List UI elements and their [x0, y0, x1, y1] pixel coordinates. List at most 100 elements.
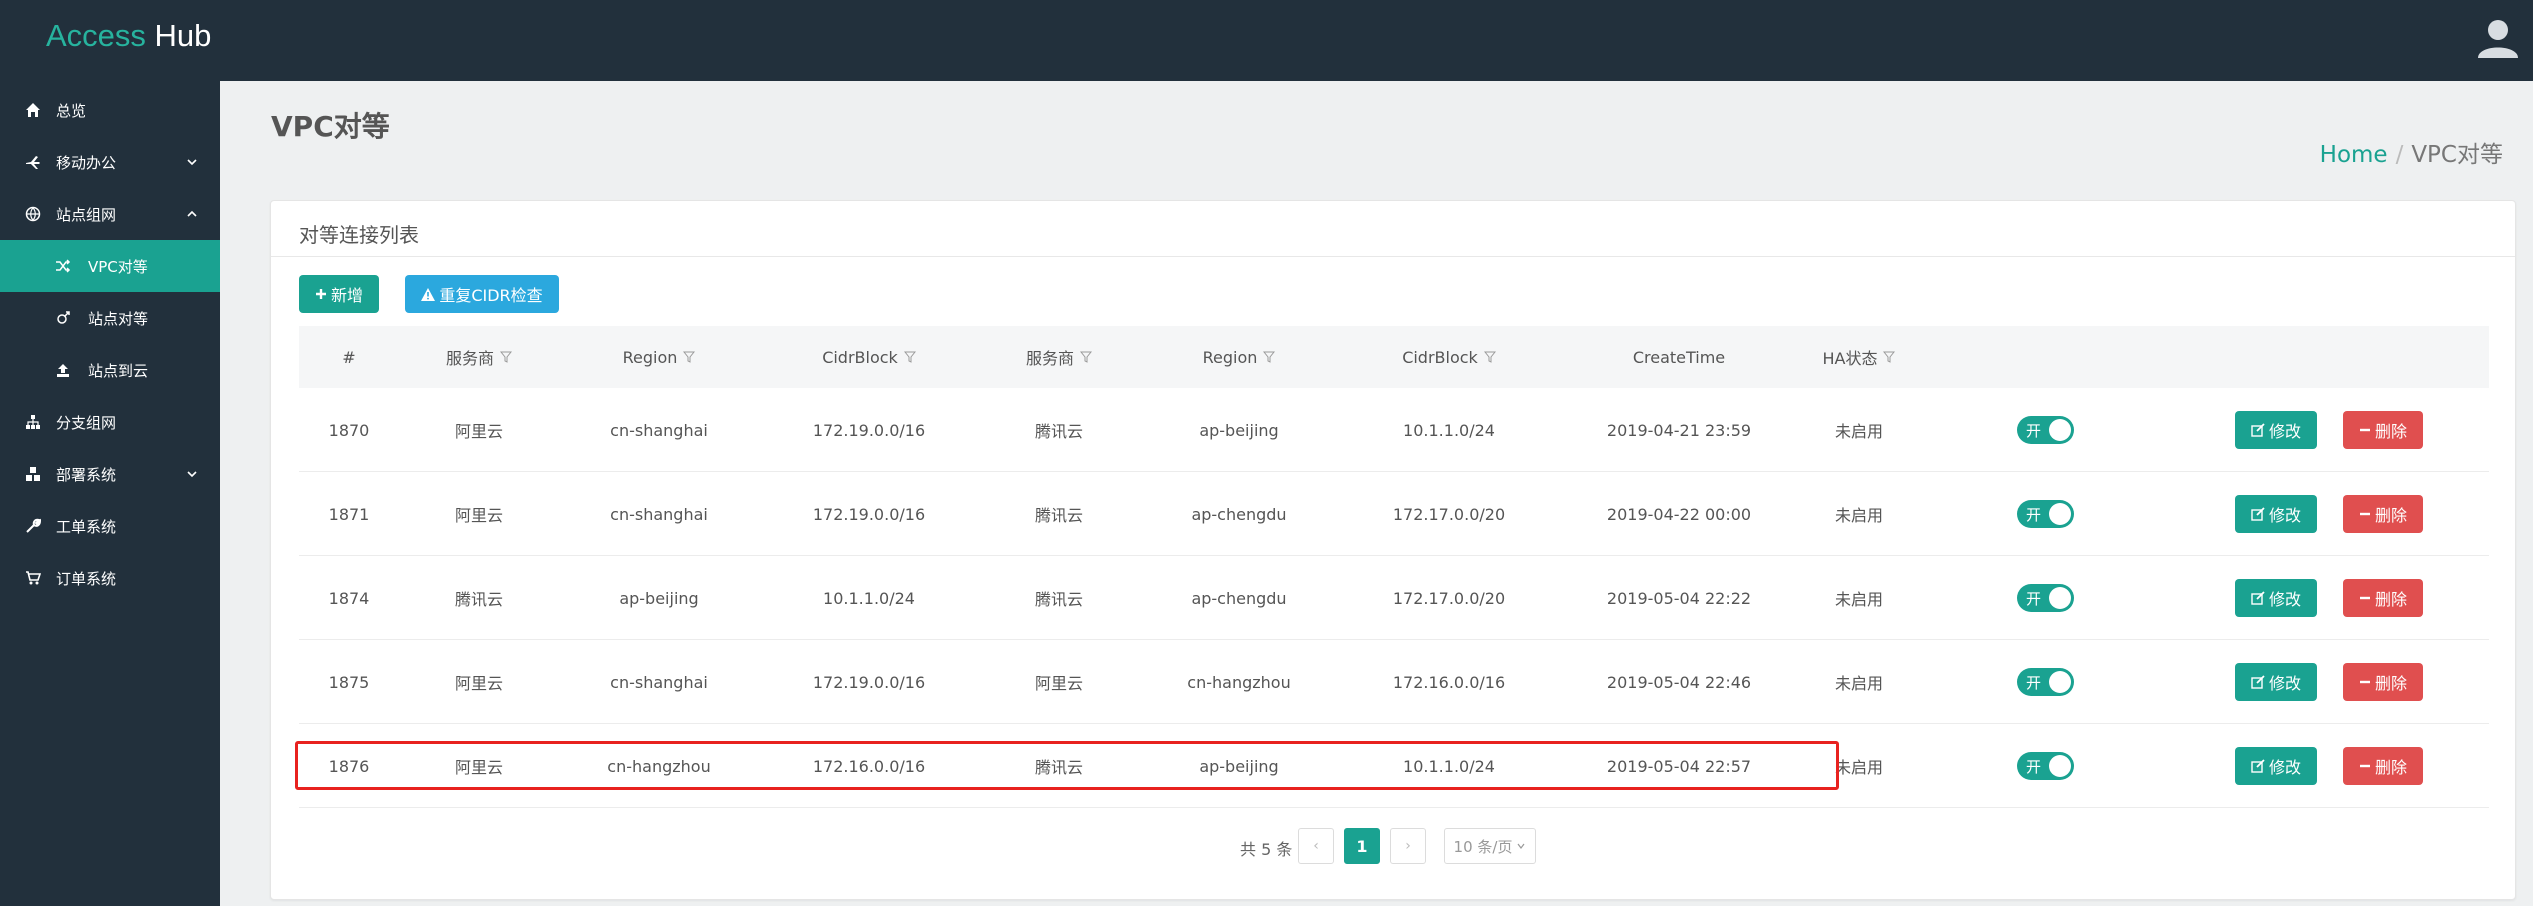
cell-region-2: ap-chengdu: [1191, 588, 1287, 608]
filter-icon[interactable]: [1483, 351, 1496, 363]
duplicate-cidr-check-button[interactable]: 重复CIDR检查: [405, 275, 559, 313]
breadcrumb-current: VPC对等: [2411, 142, 2503, 168]
filter-icon[interactable]: [1080, 351, 1092, 363]
column-header-create-time: CreateTime: [1632, 347, 1726, 367]
column-header-provider-1[interactable]: 服务商: [399, 326, 559, 388]
cell-cidr-2: 10.1.1.0/24: [1403, 756, 1495, 776]
sidebar-item-overview[interactable]: 总览: [0, 84, 220, 136]
cell-create-time: 2019-05-04 22:22: [1606, 588, 1752, 608]
sidebar-item-mobile-office[interactable]: 移动办公: [0, 136, 220, 188]
chevron-up-icon: [187, 210, 197, 217]
cell-region-2: ap-chengdu: [1191, 504, 1287, 524]
toggle-knob: [2049, 587, 2071, 609]
edit-icon: [2251, 675, 2265, 689]
cell-provider-2: 腾讯云: [1034, 758, 1083, 777]
edit-icon: [2251, 423, 2265, 437]
pagination-prev-button[interactable]: ‹: [1298, 828, 1334, 864]
minus-icon: [2359, 512, 2370, 516]
filter-icon[interactable]: [903, 351, 916, 363]
cell-id: 1874: [328, 588, 370, 608]
toggle-knob: [2049, 755, 2071, 777]
add-button[interactable]: 新增: [299, 275, 379, 313]
chevron-down-icon: [187, 159, 197, 166]
page-title: VPC对等: [271, 110, 390, 143]
cell-id: 1870: [328, 420, 370, 440]
brand-logo[interactable]: Access Hub: [46, 16, 211, 56]
cell-provider-1: 阿里云: [454, 506, 503, 525]
pagination-next-button[interactable]: ›: [1390, 828, 1426, 864]
cell-cidr-1: 172.19.0.0/16: [812, 504, 926, 524]
sidebar-item-vpc-peering[interactable]: VPC对等: [0, 240, 220, 292]
chevron-down-icon: [1517, 843, 1525, 849]
cell-region-1: cn-shanghai: [610, 420, 708, 440]
table-row: 1871 阿里云 cn-shanghai 172.19.0.0/16 腾讯云 a…: [299, 472, 2489, 556]
cell-cidr-2: 10.1.1.0/24: [1403, 420, 1495, 440]
column-header-provider-2[interactable]: 服务商: [979, 326, 1139, 388]
edit-button[interactable]: 修改: [2235, 579, 2317, 617]
sidebar-item-label: 站点组网: [56, 205, 117, 224]
sidebar-item-label: VPC对等: [88, 257, 148, 276]
edit-icon: [2251, 507, 2265, 521]
column-header-ha-status[interactable]: HA状态: [1799, 326, 1919, 388]
enable-toggle[interactable]: 开: [2017, 416, 2074, 444]
edit-button[interactable]: 修改: [2235, 663, 2317, 701]
sidebar-item-label: 总览: [56, 101, 87, 120]
cell-id: 1876: [328, 756, 370, 776]
sidebar-item-label: 分支组网: [56, 413, 117, 432]
cell-provider-2: 腾讯云: [1034, 422, 1083, 441]
sidebar-item-label: 工单系统: [56, 517, 117, 536]
filter-icon[interactable]: [683, 351, 696, 363]
column-header-cidr-1[interactable]: CidrBlock: [759, 326, 979, 388]
plane-icon: [24, 153, 42, 171]
enable-toggle[interactable]: 开: [2017, 584, 2074, 612]
cell-provider-2: 腾讯云: [1034, 506, 1083, 525]
check-button-label: 重复CIDR检查: [439, 286, 543, 305]
warning-icon: [421, 287, 436, 301]
column-header-region-2[interactable]: Region: [1139, 326, 1339, 388]
cell-create-time: 2019-05-04 22:57: [1606, 756, 1752, 776]
peering-list-card: 对等连接列表 新增 重复CIDR检查 # 服务商 Region CidrBloc…: [270, 200, 2516, 900]
sidebar-item-order-system[interactable]: 订单系统: [0, 552, 220, 604]
edit-button[interactable]: 修改: [2235, 411, 2317, 449]
filter-icon[interactable]: [1263, 351, 1276, 363]
filter-icon[interactable]: [1883, 351, 1896, 363]
column-header-cidr-2[interactable]: CidrBlock: [1339, 326, 1559, 388]
user-avatar-icon[interactable]: [2473, 14, 2523, 64]
sidebar-item-branch-network[interactable]: 分支组网: [0, 396, 220, 448]
cell-cidr-1: 10.1.1.0/24: [823, 588, 915, 608]
sidebar-item-site-network[interactable]: 站点组网: [0, 188, 220, 240]
edit-button[interactable]: 修改: [2235, 495, 2317, 533]
sidebar-item-site-to-cloud[interactable]: 站点到云: [0, 344, 220, 396]
edit-icon: [2251, 759, 2265, 773]
column-header-region-1[interactable]: Region: [559, 326, 759, 388]
cubes-icon: [24, 465, 42, 483]
cell-create-time: 2019-04-21 23:59: [1606, 420, 1752, 440]
breadcrumb: Home / VPC对等: [2320, 135, 2503, 169]
delete-button[interactable]: 删除: [2343, 663, 2423, 701]
sidebar-item-site-peering[interactable]: 站点对等: [0, 292, 220, 344]
edit-button[interactable]: 修改: [2235, 747, 2317, 785]
brand-text-access: Access: [46, 18, 146, 53]
delete-button[interactable]: 删除: [2343, 495, 2423, 533]
cell-cidr-1: 172.16.0.0/16: [812, 756, 926, 776]
delete-button[interactable]: 删除: [2343, 747, 2423, 785]
sidebar-item-ticket-system[interactable]: 工单系统: [0, 500, 220, 552]
filter-icon[interactable]: [500, 351, 512, 363]
cell-region-2: cn-hangzhou: [1187, 672, 1291, 692]
enable-toggle[interactable]: 开: [2017, 752, 2074, 780]
sidebar-item-label: 移动办公: [56, 153, 117, 172]
card-title: 对等连接列表: [299, 223, 419, 247]
enable-toggle[interactable]: 开: [2017, 668, 2074, 696]
pagination-page-1[interactable]: 1: [1344, 828, 1380, 864]
shuffle-icon: [54, 257, 72, 275]
breadcrumb-home-link[interactable]: Home: [2320, 142, 2388, 168]
cell-ha-status: 未启用: [1834, 422, 1883, 441]
delete-button[interactable]: 删除: [2343, 579, 2423, 617]
cell-cidr-2: 172.16.0.0/16: [1392, 672, 1506, 692]
cell-region-1: ap-beijing: [619, 588, 699, 608]
page-size-select[interactable]: 10 条/页: [1444, 828, 1536, 864]
delete-button[interactable]: 删除: [2343, 411, 2423, 449]
sidebar-item-deploy-system[interactable]: 部署系统: [0, 448, 220, 500]
enable-toggle[interactable]: 开: [2017, 500, 2074, 528]
cell-region-2: ap-beijing: [1199, 756, 1279, 776]
